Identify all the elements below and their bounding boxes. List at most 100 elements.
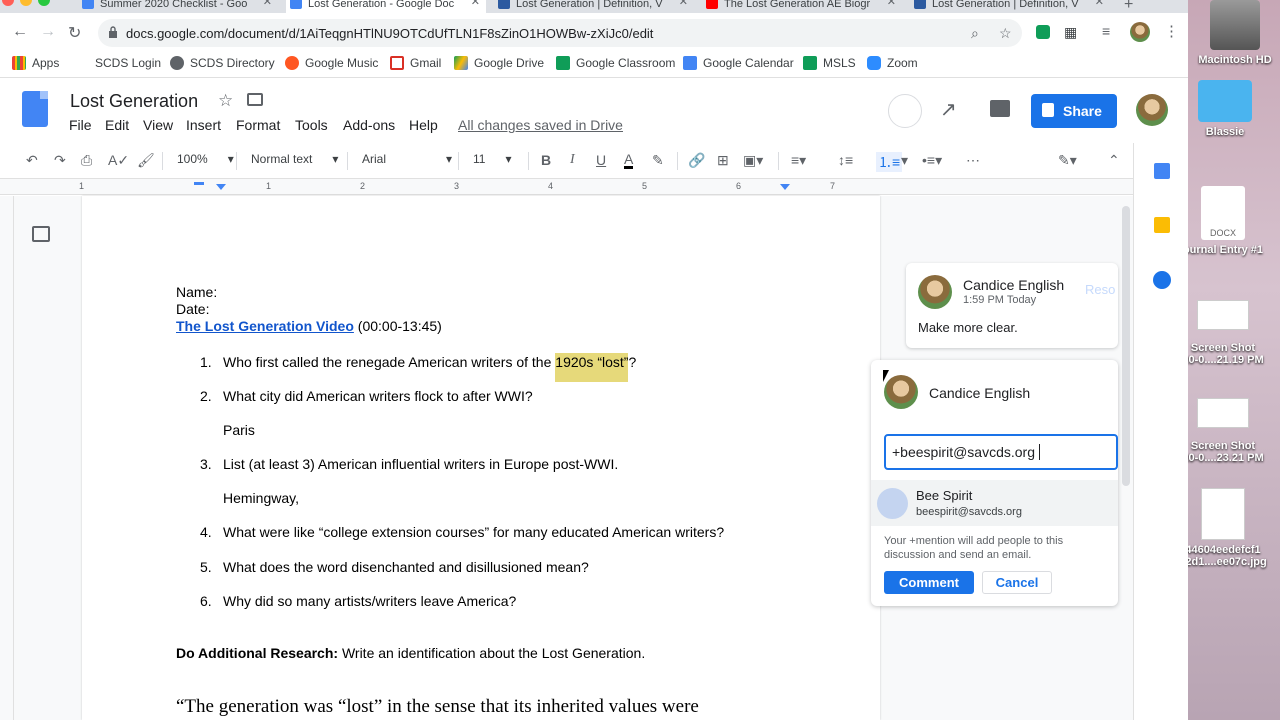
- tab-summer-checklist[interactable]: Summer 2020 Checklist - Goo ✕: [78, 0, 278, 13]
- close-tab-icon[interactable]: ✕: [1095, 0, 1104, 8]
- menu-insert[interactable]: Insert: [186, 117, 221, 133]
- more-options-icon[interactable]: ⋯: [966, 152, 980, 169]
- document-title[interactable]: Lost Generation: [70, 91, 198, 112]
- close-tab-icon[interactable]: ✕: [263, 0, 272, 8]
- spellcheck-icon[interactable]: A✓: [108, 152, 129, 169]
- font-select[interactable]: Arial ▾: [362, 152, 452, 166]
- mention-suggestion[interactable]: Bee Spirit beespirit@savcds.org: [871, 480, 1118, 526]
- scrollbar[interactable]: [1122, 206, 1130, 486]
- tab-definition-1[interactable]: Lost Generation | Definition, V ✕: [494, 0, 694, 13]
- comment-button[interactable]: Comment: [884, 571, 974, 594]
- bookmark-msls[interactable]: MSLS: [803, 56, 856, 70]
- star-icon[interactable]: ☆: [218, 91, 233, 111]
- bookmark-google-calendar[interactable]: Google Calendar: [683, 56, 794, 70]
- screenshot-file-icon[interactable]: Screen Shot 20-0....21.19 PM: [1178, 300, 1268, 366]
- cancel-button[interactable]: Cancel: [982, 571, 1052, 594]
- tasks-addon-icon[interactable]: [1153, 271, 1171, 289]
- bold-button[interactable]: B: [541, 152, 551, 168]
- new-tab-icon[interactable]: +: [1124, 0, 1133, 14]
- activity-trend-icon[interactable]: ↗: [940, 97, 957, 122]
- bookmark-apps[interactable]: Apps: [12, 56, 59, 70]
- collapse-menu-icon[interactable]: ⌃: [1108, 152, 1120, 169]
- insert-image-icon[interactable]: ▣▾: [743, 152, 763, 169]
- close-tab-icon[interactable]: ✕: [679, 0, 688, 8]
- menu-addons[interactable]: Add-ons: [343, 117, 395, 133]
- bulleted-list-icon[interactable]: •≡▾: [922, 152, 942, 169]
- text-color-button[interactable]: A: [624, 152, 634, 169]
- align-icon[interactable]: ≡▾: [791, 152, 806, 169]
- left-indent-marker[interactable]: [216, 184, 226, 190]
- bookmark-google-drive[interactable]: Google Drive: [454, 56, 544, 70]
- meet-icon[interactable]: [888, 94, 922, 128]
- bookmark-gmail[interactable]: Gmail: [390, 56, 441, 70]
- media-icon[interactable]: ≡: [1102, 23, 1110, 39]
- keep-addon-icon[interactable]: [1154, 217, 1170, 233]
- menu-tools[interactable]: Tools: [295, 117, 328, 133]
- menu-view[interactable]: View: [143, 117, 173, 133]
- redo-icon[interactable]: ↷: [54, 152, 66, 169]
- maximize-window-icon[interactable]: [38, 0, 50, 6]
- grid-extension-icon[interactable]: ▦: [1064, 24, 1077, 41]
- right-indent-marker[interactable]: [780, 184, 790, 190]
- macintosh-hd-icon[interactable]: Macintosh HD: [1190, 0, 1280, 66]
- menu-file[interactable]: File: [69, 117, 92, 133]
- save-status[interactable]: All changes saved in Drive: [458, 117, 623, 133]
- print-icon[interactable]: ⎙: [81, 152, 92, 169]
- menu-edit[interactable]: Edit: [105, 117, 129, 133]
- comment-input[interactable]: +beespirit@savcds.org: [884, 434, 1118, 470]
- forward-icon[interactable]: →: [40, 23, 56, 41]
- first-line-indent-marker[interactable]: [194, 182, 204, 185]
- account-avatar[interactable]: [1136, 94, 1168, 126]
- calendar-addon-icon[interactable]: [1154, 163, 1170, 179]
- highlight-color-icon[interactable]: ✎: [652, 152, 664, 169]
- bookmark-zoom[interactable]: Zoom: [867, 56, 918, 70]
- image-file-icon[interactable]: 44604eedefcf1 92d1....ee07c.jpg: [1178, 488, 1268, 568]
- close-tab-icon[interactable]: ✕: [887, 0, 896, 8]
- docs-logo-icon[interactable]: [22, 91, 48, 127]
- bookmark-google-classroom[interactable]: Google Classroom: [556, 56, 675, 70]
- omnibox[interactable]: docs.google.com/document/d/1AiTeqgnHTlNU…: [98, 19, 1022, 47]
- numbered-list-dropdown-icon[interactable]: ▾: [901, 152, 908, 169]
- menu-help[interactable]: Help: [409, 117, 438, 133]
- add-comment-icon[interactable]: ⊞: [717, 152, 729, 169]
- bookmark-scds-directory[interactable]: SCDS Directory: [170, 56, 275, 70]
- comment-card[interactable]: Candice English 1:59 PM Today Reso Make …: [906, 263, 1118, 348]
- close-window-icon[interactable]: [2, 0, 14, 6]
- style-select[interactable]: Normal text ▾: [251, 152, 338, 166]
- undo-icon[interactable]: ↶: [26, 152, 38, 169]
- paint-format-icon[interactable]: 🖌: [137, 152, 155, 169]
- commented-highlight[interactable]: 1920s “lost”: [555, 353, 629, 382]
- profile-avatar[interactable]: [1130, 22, 1150, 42]
- screenshot-file-icon[interactable]: Screen Shot 20-0....23.21 PM: [1178, 398, 1268, 464]
- line-spacing-icon[interactable]: ↕≡: [838, 152, 853, 168]
- tab-lost-generation-doc[interactable]: Lost Generation - Google Doc ✕: [286, 0, 486, 13]
- reload-icon[interactable]: ↻: [68, 23, 81, 43]
- editing-mode-icon[interactable]: ✎▾: [1058, 152, 1077, 169]
- chrome-menu-icon[interactable]: ⋮: [1164, 22, 1179, 40]
- tab-biography[interactable]: The Lost Generation AE Biogr ✕: [702, 0, 902, 13]
- italic-button[interactable]: I: [570, 152, 575, 168]
- tab-definition-2[interactable]: Lost Generation | Definition, V ✕: [910, 0, 1110, 13]
- document-page[interactable]: Name: Date: The Lost Generation Video (0…: [82, 196, 880, 720]
- close-tab-icon[interactable]: ✕: [471, 0, 480, 8]
- underline-button[interactable]: U: [596, 152, 606, 168]
- bookmark-google-music[interactable]: Google Music: [285, 56, 378, 70]
- document-outline-icon[interactable]: [32, 226, 50, 242]
- resolve-button[interactable]: Reso: [1085, 282, 1115, 297]
- extension-icon[interactable]: [1036, 25, 1050, 39]
- video-link[interactable]: The Lost Generation Video: [176, 318, 354, 334]
- folder-icon[interactable]: Blassie: [1180, 80, 1270, 138]
- minimize-window-icon[interactable]: [20, 0, 32, 6]
- comment-history-icon[interactable]: [990, 100, 1010, 117]
- zoom-select[interactable]: 100% ▾: [177, 152, 234, 166]
- share-button[interactable]: Share: [1031, 94, 1117, 128]
- insert-link-icon[interactable]: 🔗: [688, 152, 705, 169]
- numbered-list-icon[interactable]: ⒈≡: [876, 152, 903, 172]
- zoom-icon[interactable]: ⌕: [971, 25, 979, 42]
- font-size-select[interactable]: 11 ▾: [473, 152, 512, 166]
- bookmark-scds-login[interactable]: SCDS Login: [95, 56, 161, 70]
- back-icon[interactable]: ←: [12, 23, 28, 41]
- menu-format[interactable]: Format: [236, 117, 280, 133]
- move-folder-icon[interactable]: [247, 93, 263, 106]
- docx-file-icon[interactable]: DOCX ournal Entry #1: [1178, 186, 1268, 256]
